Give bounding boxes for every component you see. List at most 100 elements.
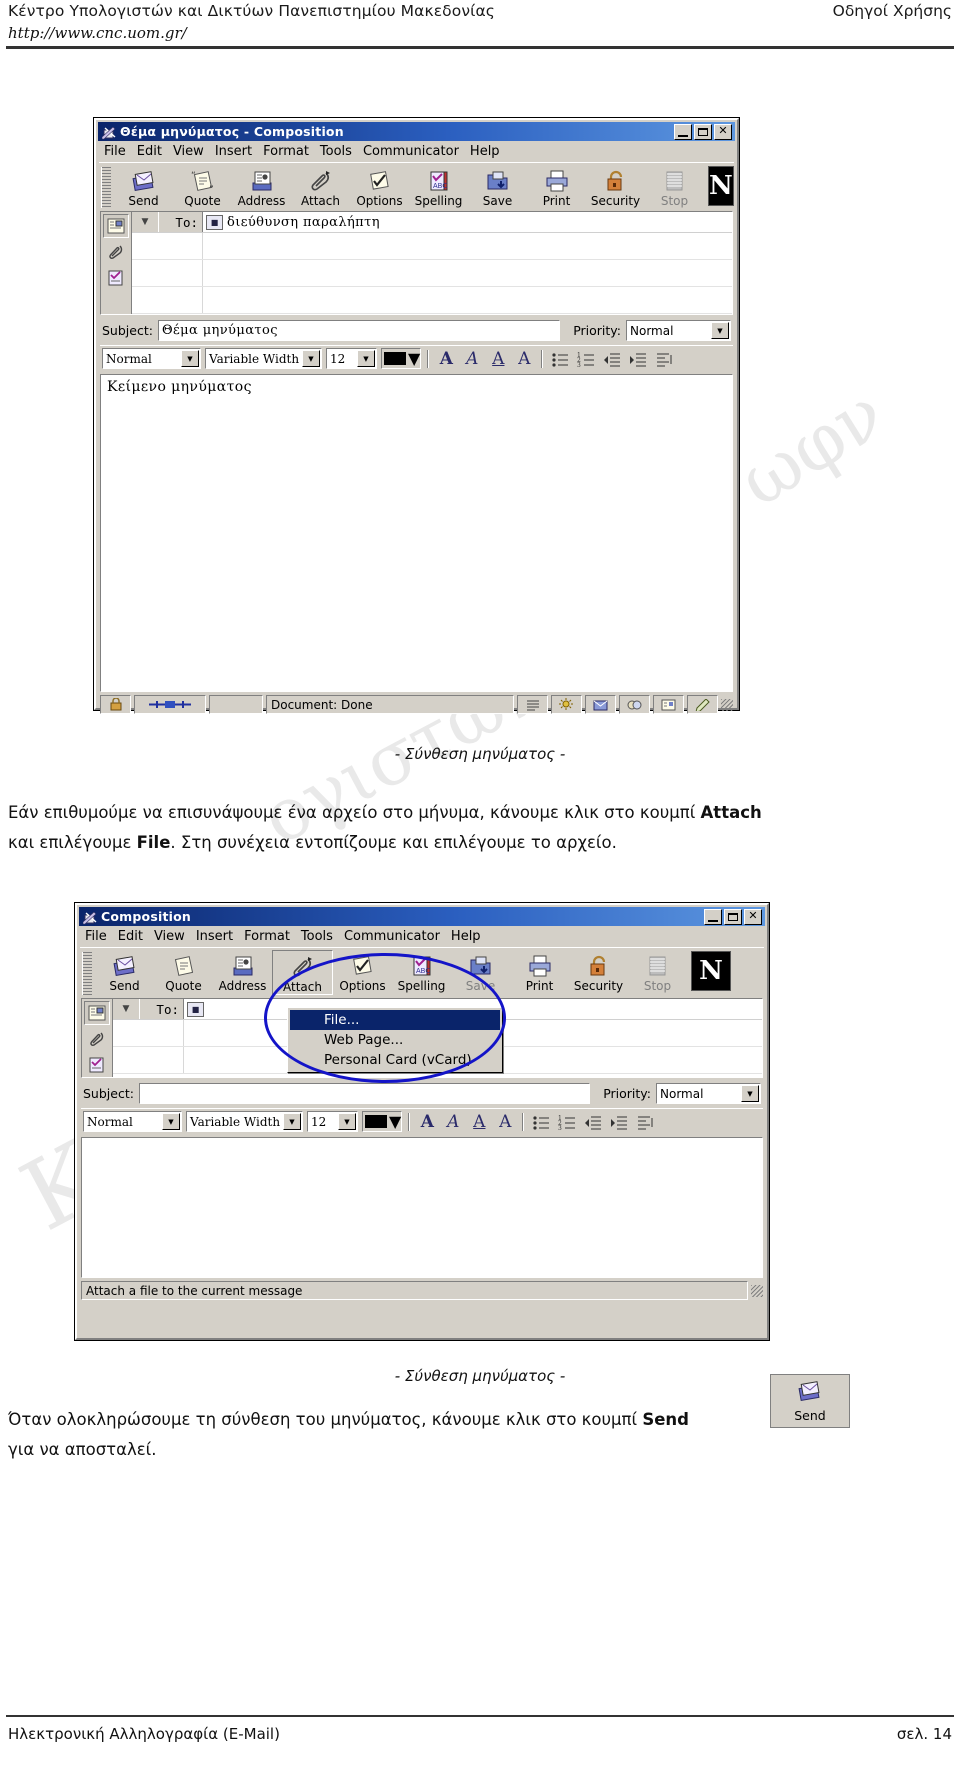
chevron-down-icon[interactable]: ▼ — [711, 322, 729, 339]
toolbar-button-print[interactable]: Print — [527, 165, 586, 208]
maximize-button[interactable] — [694, 123, 712, 140]
subject-input[interactable]: Θέμα μηνύματος — [157, 320, 561, 341]
chevron-down-icon[interactable]: ▼ — [741, 1085, 759, 1102]
window2-titlebar[interactable]: Composition ✕ — [79, 907, 765, 926]
address-row-empty[interactable] — [132, 233, 732, 260]
font-color-picker[interactable]: ▼ — [362, 1111, 403, 1132]
toolbar-button-quote[interactable]: Quote — [154, 950, 213, 993]
toolbar-button-security[interactable]: Security — [569, 950, 628, 993]
address-side-icons[interactable] — [82, 999, 113, 1077]
address-row-empty[interactable] — [132, 287, 732, 314]
toolbar-button-spelling[interactable]: ABC Spelling — [392, 950, 451, 993]
menu-item-communicator[interactable]: Communicator — [342, 928, 449, 945]
chevron-down-icon[interactable]: ▼ — [338, 1113, 356, 1130]
chevron-down-icon[interactable]: ▼ — [389, 1112, 401, 1131]
font-family-select[interactable]: Variable Width ▼ — [186, 1111, 303, 1132]
toolbar-button-attach[interactable]: Attach — [291, 165, 350, 208]
toolbar-button-security[interactable]: Security — [586, 165, 645, 208]
paperclip-icon[interactable] — [84, 1027, 110, 1051]
toolbar-button-attach[interactable]: Attach — [272, 950, 333, 995]
menu-item-format[interactable]: Format — [261, 143, 318, 160]
italic-A-icon[interactable]: A — [461, 349, 483, 369]
menu-item-help[interactable]: Help — [468, 143, 509, 160]
chevron-down-icon[interactable]: ▼ — [181, 350, 199, 367]
font-size-select[interactable]: 12 ▼ — [326, 348, 377, 369]
numbered-list-icon[interactable]: 123 — [575, 349, 597, 369]
outdent-icon[interactable] — [601, 349, 623, 369]
menu-item-help[interactable]: Help — [449, 928, 490, 945]
toolbar-button-save[interactable]: Save — [468, 165, 527, 208]
align-icon[interactable] — [634, 1112, 656, 1132]
contacts-icon[interactable] — [653, 695, 684, 714]
chevron-down-icon[interactable]: ▼ — [283, 1113, 301, 1130]
address-row-empty[interactable] — [132, 260, 732, 287]
menu-item-format[interactable]: Format — [242, 928, 299, 945]
maximize-button[interactable] — [724, 908, 742, 925]
window1-address-area[interactable]: ▼ To: ■ διεύθυνση παραλήπτη — [100, 211, 733, 315]
resize-grip[interactable] — [751, 1284, 763, 1297]
composition-window-1[interactable]: Θέμα μηνύματος - Composition ✕ File Edit… — [93, 117, 740, 714]
address-card-icon[interactable] — [84, 1001, 110, 1025]
toolbar-grip[interactable] — [101, 167, 111, 208]
address-row-to[interactable]: ▼ To: ■ διεύθυνση παραλήπτη — [132, 212, 732, 233]
window1-message-body[interactable]: Κείμενο μηνύματος — [100, 374, 733, 692]
chevron-down-icon[interactable]: ▼ — [162, 1113, 180, 1130]
bold-A-icon[interactable]: A — [435, 349, 457, 369]
window1-toolbar[interactable]: Send “” Quote Address Attach Options ABC… — [99, 162, 734, 209]
window2-toolbar[interactable]: Send Quote Address Attach Options ABC Sp… — [80, 947, 764, 996]
menu-item-tools[interactable]: Tools — [318, 143, 361, 160]
chevron-down-icon[interactable]: ▼ — [408, 349, 420, 368]
minimize-button[interactable] — [704, 908, 722, 925]
window1-window-buttons[interactable]: ✕ — [674, 123, 733, 140]
menu-item-personal-card[interactable]: Personal Card (vCard) — [290, 1050, 500, 1070]
window1-menubar[interactable]: File Edit View Insert Format Tools Commu… — [96, 141, 737, 161]
underline-A-icon[interactable]: A — [468, 1112, 490, 1132]
toolbar-button-address[interactable]: Address — [213, 950, 272, 993]
toolbar-button-quote[interactable]: “” Quote — [173, 165, 232, 208]
toolbar-button-stop[interactable]: Stop — [628, 950, 687, 993]
window1-subject-row[interactable]: Subject: Θέμα μηνύματος Priority: Normal… — [100, 318, 733, 343]
address-card-icon[interactable] — [103, 214, 129, 238]
paperclip-icon[interactable] — [103, 240, 129, 264]
toolbar-button-save[interactable]: Save — [451, 950, 510, 993]
menu-item-file[interactable]: File — [83, 928, 116, 945]
minimize-button[interactable] — [674, 123, 692, 140]
toolbar-button-spelling[interactable]: ABC Spelling — [409, 165, 468, 208]
address-grid[interactable]: ▼ To: ■ διεύθυνση παραλήπτη — [132, 212, 732, 314]
menu-item-file[interactable]: File... — [290, 1010, 500, 1030]
menu-item-tools[interactable]: Tools — [299, 928, 342, 945]
toolbar-button-send[interactable]: Send — [95, 950, 154, 993]
menu-item-view[interactable]: View — [171, 143, 213, 160]
list-icon[interactable] — [517, 695, 548, 714]
close-button[interactable]: ✕ — [714, 123, 732, 140]
address-side-icons[interactable] — [101, 212, 132, 314]
composer-icon[interactable] — [687, 695, 718, 714]
weather-icon[interactable] — [551, 695, 582, 714]
toolbar-button-stop[interactable]: Stop — [645, 165, 704, 208]
window2-subject-row[interactable]: Subject: Priority: Normal ▼ — [81, 1081, 763, 1106]
options-card-icon[interactable] — [103, 266, 129, 290]
priority-select[interactable]: Normal ▼ — [626, 320, 731, 341]
font-family-select[interactable]: Variable Width ▼ — [205, 348, 322, 369]
chevron-down-icon[interactable]: ▼ — [357, 350, 375, 367]
italic-A-icon[interactable]: A — [442, 1112, 464, 1132]
window2-format-toolbar[interactable]: Normal ▼ Variable Width ▼ 12 ▼ ▼ A A A A… — [81, 1108, 763, 1134]
menu-item-web-page[interactable]: Web Page... — [290, 1030, 500, 1050]
window1-titlebar[interactable]: Θέμα μηνύματος - Composition ✕ — [98, 122, 735, 141]
toolbar-button-options[interactable]: Options — [350, 165, 409, 208]
resize-grip[interactable] — [721, 698, 733, 711]
paragraph-style-select[interactable]: Normal ▼ — [102, 348, 201, 369]
paragraph-style-select[interactable]: Normal ▼ — [83, 1111, 182, 1132]
subject-input[interactable] — [138, 1083, 591, 1104]
options-card-icon[interactable] — [84, 1053, 110, 1077]
bullet-list-icon[interactable] — [530, 1112, 552, 1132]
menu-item-communicator[interactable]: Communicator — [361, 143, 468, 160]
toolbar-grip[interactable] — [82, 952, 92, 995]
bullet-list-icon[interactable] — [549, 349, 571, 369]
bold-A-icon[interactable]: A — [416, 1112, 438, 1132]
align-icon[interactable] — [653, 349, 675, 369]
font-color-icon[interactable]: A — [513, 349, 535, 369]
window2-window-buttons[interactable]: ✕ — [704, 908, 763, 925]
font-size-select[interactable]: 12 ▼ — [307, 1111, 358, 1132]
chevron-down-icon[interactable]: ▼ — [132, 212, 159, 232]
